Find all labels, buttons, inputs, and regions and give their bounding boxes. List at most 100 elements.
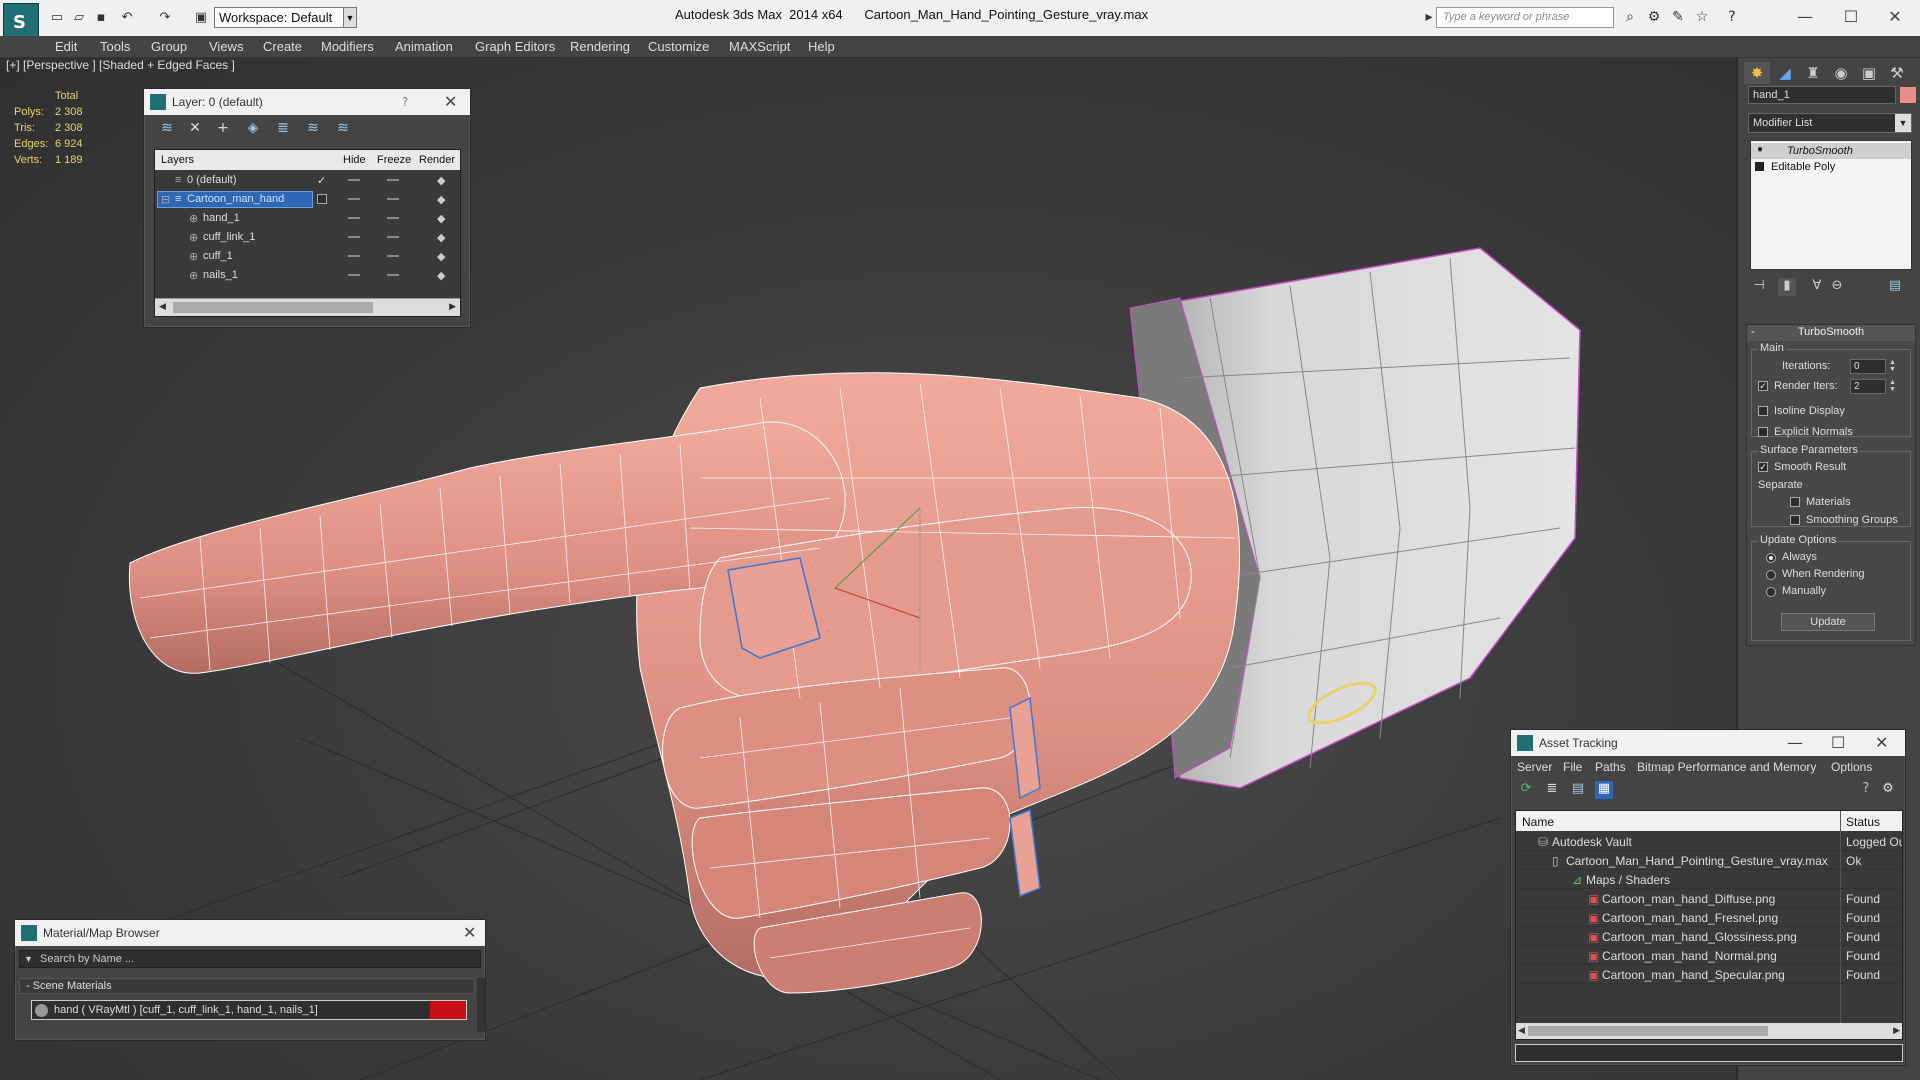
create-tab-icon[interactable]: ✸ bbox=[1744, 62, 1770, 84]
minimize-icon[interactable]: — bbox=[1790, 5, 1820, 29]
close-icon[interactable]: ✕ bbox=[444, 92, 457, 111]
menu-file[interactable]: File bbox=[1563, 760, 1582, 774]
separate-smoothing-groups-checkbox[interactable] bbox=[1790, 515, 1800, 525]
menu-paths[interactable]: Paths bbox=[1595, 760, 1626, 774]
favorites-star-icon[interactable]: ☆ bbox=[1692, 9, 1712, 27]
object-name-field[interactable]: hand_1 bbox=[1748, 86, 1896, 104]
minimize-icon[interactable]: — bbox=[1787, 733, 1803, 752]
smooth-result-checkbox[interactable]: ✓ bbox=[1758, 462, 1768, 472]
menu-animation[interactable]: Animation bbox=[395, 39, 453, 54]
when-rendering-radio[interactable] bbox=[1766, 570, 1776, 580]
layer-panel-titlebar[interactable]: Layer: 0 (default) ? ✕ bbox=[144, 89, 470, 115]
chevron-down-icon[interactable]: ▼ bbox=[343, 7, 357, 28]
table-row[interactable]: ▣ Cartoon_man_hand_Normal.png Found bbox=[1516, 946, 1902, 965]
maximize-icon[interactable]: ☐ bbox=[1831, 733, 1845, 752]
menu-maxscript[interactable]: MAXScript bbox=[729, 39, 790, 54]
separate-materials-checkbox[interactable] bbox=[1790, 497, 1800, 507]
layer-row-selected[interactable]: ⊟ ≡ Cartoon_man_hand ◆ bbox=[155, 190, 460, 209]
settings-icon[interactable]: ⚙ bbox=[1879, 781, 1897, 799]
manually-radio[interactable] bbox=[1766, 587, 1776, 597]
layer-row[interactable]: ⊕ nails_1 ◆ bbox=[155, 266, 460, 285]
scroll-left-icon[interactable]: ◀ bbox=[1518, 1025, 1525, 1036]
scroll-left-icon[interactable]: ◀ bbox=[159, 301, 166, 312]
table-row[interactable]: ⊿ Maps / Shaders bbox=[1516, 870, 1902, 889]
help-icon[interactable]: ? bbox=[1722, 9, 1742, 27]
menu-server[interactable]: Server bbox=[1517, 760, 1552, 774]
table-view-icon[interactable]: ▤ bbox=[1569, 781, 1587, 799]
hierarchy-tab-icon[interactable]: ♜ bbox=[1800, 62, 1826, 84]
table-row[interactable]: ▣ Cartoon_man_hand_Glossiness.png Found bbox=[1516, 927, 1902, 946]
close-icon[interactable]: ✕ bbox=[1875, 733, 1888, 752]
subscription-icon[interactable]: ⚙ bbox=[1644, 9, 1664, 27]
menu-group[interactable]: Group bbox=[151, 39, 187, 54]
update-button[interactable]: Update bbox=[1781, 613, 1875, 631]
col-freeze[interactable]: Freeze bbox=[377, 154, 411, 166]
col-status[interactable]: Status bbox=[1846, 815, 1880, 829]
layer-row[interactable]: ≡ 0 (default) ✓ ◆ bbox=[155, 171, 460, 190]
scroll-right-icon[interactable]: ▶ bbox=[1893, 1025, 1900, 1036]
table-row[interactable]: ▣ Cartoon_man_hand_Diffuse.png Found bbox=[1516, 889, 1902, 908]
menu-customize[interactable]: Customize bbox=[648, 39, 709, 54]
render-teapot-icon[interactable]: ◆ bbox=[437, 250, 445, 263]
list-view-icon[interactable]: ≣ bbox=[1543, 781, 1561, 799]
iterations-spinner[interactable]: 0 bbox=[1850, 359, 1886, 374]
display-tab-icon[interactable]: ▣ bbox=[1856, 62, 1882, 84]
object-color-swatch[interactable] bbox=[1900, 87, 1916, 103]
render-teapot-icon[interactable]: ◆ bbox=[437, 269, 445, 282]
material-browser-titlebar[interactable]: Material/Map Browser ✕ bbox=[15, 920, 485, 946]
rollout-header[interactable]: - TurboSmooth bbox=[1747, 325, 1915, 341]
render-teapot-icon[interactable]: ◆ bbox=[437, 174, 445, 187]
menu-help[interactable]: Help bbox=[808, 39, 835, 54]
asset-status-field[interactable] bbox=[1515, 1044, 1903, 1062]
menu-views[interactable]: Views bbox=[209, 39, 243, 54]
hide-all-layers-icon[interactable]: ≋ bbox=[304, 120, 322, 138]
menu-modifiers[interactable]: Modifiers bbox=[321, 39, 374, 54]
layer-row[interactable]: ⊕ cuff_1 ◆ bbox=[155, 247, 460, 266]
table-row[interactable]: ▯ Cartoon_Man_Hand_Pointing_Gesture_vray… bbox=[1516, 851, 1902, 870]
table-row[interactable]: ⛁ Autodesk Vault Logged Out bbox=[1516, 832, 1902, 851]
remove-modifier-icon[interactable]: ⊖ bbox=[1828, 278, 1846, 296]
scroll-right-icon[interactable]: ▶ bbox=[449, 301, 456, 312]
always-radio[interactable] bbox=[1766, 553, 1776, 563]
search-options-icon[interactable]: ▼ bbox=[24, 954, 33, 964]
make-unique-icon[interactable]: ∀ bbox=[1808, 278, 1826, 296]
table-row[interactable]: ▣ Cartoon_man_hand_Specular.png Found bbox=[1516, 965, 1902, 984]
col-layers[interactable]: Layers bbox=[161, 154, 194, 166]
workspace-dropdown[interactable]: Workspace: Default bbox=[214, 7, 350, 28]
communication-icon[interactable]: ✎ bbox=[1668, 9, 1688, 27]
stack-item-editable-poly[interactable]: Editable Poly bbox=[1751, 159, 1911, 175]
vertical-scrollbar[interactable] bbox=[477, 978, 485, 1032]
open-file-icon[interactable]: ▱ bbox=[70, 9, 88, 27]
close-icon[interactable]: ✕ bbox=[463, 923, 476, 942]
select-objects-icon[interactable]: ◈ bbox=[244, 120, 262, 138]
col-render[interactable]: Render bbox=[419, 154, 455, 166]
create-layer-icon[interactable]: ≋ bbox=[158, 120, 176, 138]
redo-icon[interactable]: ↷ bbox=[156, 9, 174, 27]
stack-item-turbosmooth[interactable]: ● TurboSmooth bbox=[1751, 143, 1911, 159]
spinner-arrows-icon[interactable]: ▲ ▼ bbox=[1888, 379, 1897, 394]
save-icon[interactable]: ▪ bbox=[92, 9, 110, 27]
menu-bitmap-performance[interactable]: Bitmap Performance and Memory bbox=[1637, 760, 1816, 774]
layer-row[interactable]: ⊕ hand_1 ◆ bbox=[155, 209, 460, 228]
app-logo-button[interactable]: S bbox=[3, 3, 39, 39]
maximize-icon[interactable]: ☐ bbox=[1836, 5, 1866, 29]
menu-tools[interactable]: Tools bbox=[100, 39, 130, 54]
menu-rendering[interactable]: Rendering bbox=[570, 39, 630, 54]
utilities-tab-icon[interactable]: ⚒ bbox=[1884, 62, 1910, 84]
render-teapot-icon[interactable]: ◆ bbox=[437, 231, 445, 244]
horizontal-scrollbar[interactable]: ◀ ▶ bbox=[155, 298, 460, 316]
viewport-label[interactable]: [+] [Perspective ] [Shaded + Edged Faces… bbox=[6, 58, 235, 72]
horizontal-scrollbar[interactable]: ◀ ▶ bbox=[1516, 1023, 1902, 1039]
col-hide[interactable]: Hide bbox=[343, 154, 366, 166]
col-name[interactable]: Name bbox=[1522, 815, 1554, 829]
render-teapot-icon[interactable]: ◆ bbox=[437, 212, 445, 225]
explicit-normals-checkbox[interactable] bbox=[1758, 427, 1768, 437]
undo-icon[interactable]: ↶ bbox=[118, 9, 136, 27]
menu-graph-editors[interactable]: Graph Editors bbox=[475, 39, 555, 54]
binoculars-icon[interactable]: ⌕ bbox=[1620, 9, 1640, 27]
chevron-down-icon[interactable]: ▼ bbox=[1895, 114, 1911, 132]
material-item[interactable]: hand ( VRayMtl ) [cuff_1, cuff_link_1, h… bbox=[31, 1000, 467, 1020]
highlight-layer-icon[interactable]: ≣ bbox=[274, 120, 292, 138]
grid-view-icon[interactable]: ▦ bbox=[1595, 781, 1613, 799]
menu-create[interactable]: Create bbox=[263, 39, 302, 54]
